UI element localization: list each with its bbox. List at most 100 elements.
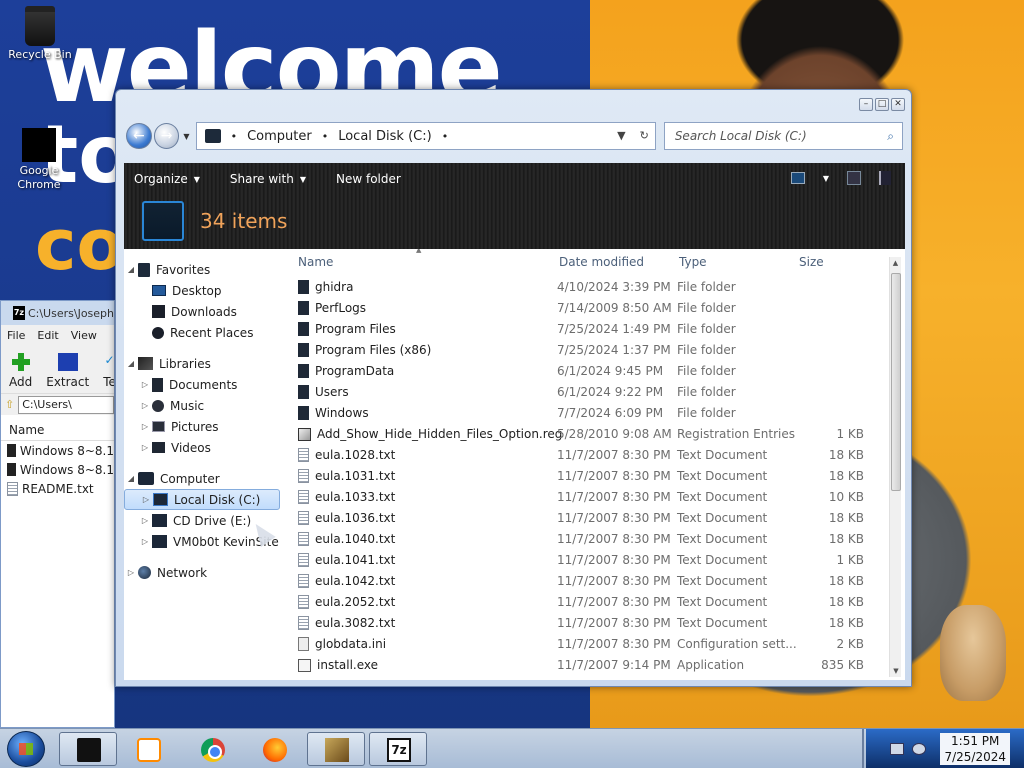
column-header-type[interactable]: Type [679,255,707,269]
new-folder-button[interactable]: New folder [336,172,401,186]
table-row[interactable]: install.exe 11/7/2007 9:14 PM Application 8… [292,655,905,676]
column-header-name[interactable]: Name [298,255,333,269]
search-input[interactable]: Search Local Disk (C:) ⌕ [663,122,904,150]
desktop-icon-recycle-bin[interactable]: Recycle Bin [5,6,75,62]
taskbar-chrome[interactable] [183,732,241,766]
table-row[interactable]: globdata.ini 11/7/2007 8:30 PM Configurati… [292,634,905,655]
nav-documents[interactable]: ▷ Documents [124,374,292,395]
address-bar[interactable]: • Computer • Local Disk (C:) • ▼ ↻ [195,122,656,150]
expand-arrow-icon[interactable]: ◢ [124,265,138,274]
change-view-icon[interactable] [790,172,805,184]
forward-button[interactable]: → [153,123,180,149]
taskbar-sandbox[interactable] [307,732,365,766]
list-item[interactable]: Windows 8~8.1 [1,441,114,460]
collapse-arrow-icon[interactable]: ▷ [138,401,152,410]
expand-arrow-icon[interactable]: ◢ [124,474,138,483]
organize-button[interactable]: Organize ▼ [134,172,200,186]
column-header-date[interactable]: Date modified [559,255,644,269]
address-dropdown-icon[interactable]: ▼ [617,129,625,142]
table-row[interactable]: eula.1028.txt 11/7/2007 8:30 PM Text Docum… [292,445,905,466]
maximize-button[interactable]: □ [875,98,889,111]
table-row[interactable]: ghidra 4/10/2024 3:39 PM File folder [292,277,905,298]
scroll-down-icon[interactable]: ▼ [890,665,902,677]
vertical-scrollbar[interactable]: ▲ ▼ [889,257,901,677]
taskbar-media-player[interactable] [119,732,177,766]
nav-libraries[interactable]: ◢ Libraries [124,353,292,374]
table-row[interactable]: PerfLogs 7/14/2009 8:50 AM File folder [292,298,905,319]
collapse-arrow-icon[interactable]: ▷ [139,495,153,504]
list-item[interactable]: README.txt [1,479,114,498]
seven-zip-window[interactable]: 7z C:\Users\Joseph File Edit View Add Ex… [0,300,115,728]
breadcrumb-separator-icon[interactable]: • [322,130,329,143]
table-row[interactable]: eula.1036.txt 11/7/2007 8:30 PM Text Docum… [292,508,905,529]
add-button[interactable]: Add [9,353,32,389]
folder-up-icon[interactable]: ⇧ [5,398,14,411]
collapse-arrow-icon[interactable]: ▷ [138,537,152,546]
breadcrumb-local-disk[interactable]: Local Disk (C:) [338,129,431,144]
table-row[interactable]: eula.1033.txt 11/7/2007 8:30 PM Text Docum… [292,487,905,508]
view-dropdown-icon[interactable]: ▼ [823,174,829,183]
table-row[interactable]: Program Files 7/25/2024 1:49 PM File folde… [292,319,905,340]
breadcrumb-separator-icon[interactable]: • [231,130,238,143]
breadcrumb-computer[interactable]: Computer [247,129,312,144]
nav-computer[interactable]: ◢ Computer [124,468,292,489]
list-item[interactable]: Windows 8~8.1 [1,460,114,479]
nav-recent-places[interactable]: Recent Places [124,322,292,343]
breadcrumb-separator-icon[interactable]: • [442,130,449,143]
nav-local-disk[interactable]: ▷ Local Disk (C:) [124,489,280,510]
back-button[interactable]: ← [126,123,152,149]
scrollbar-thumb[interactable] [891,273,901,491]
nav-music[interactable]: ▷ Music [124,395,292,416]
share-with-button[interactable]: Share with ▼ [230,172,306,186]
taskbar-7zip[interactable]: 7z [369,732,427,766]
taskbar-firefox[interactable] [245,732,303,766]
collapse-arrow-icon[interactable]: ▷ [138,422,152,431]
menu-edit[interactable]: Edit [37,329,58,342]
seven-zip-address-input[interactable]: C:\Users\ [18,395,114,414]
volume-tray-icon[interactable] [912,743,926,755]
close-button[interactable]: ✕ [891,98,905,111]
explorer-window[interactable]: – □ ✕ ← → ▼ • Computer • Local Disk (C:)… [115,89,912,687]
nav-videos[interactable]: ▷ Videos [124,437,292,458]
table-row[interactable]: Program Files (x86) 7/25/2024 1:37 PM File… [292,340,905,361]
table-row[interactable]: ProgramData 6/1/2024 9:45 PM File folder [292,361,905,382]
table-row[interactable]: Windows 7/7/2024 6:09 PM File folder [292,403,905,424]
table-row[interactable]: eula.2052.txt 11/7/2007 8:30 PM Text Docum… [292,592,905,613]
extract-button[interactable]: Extract [46,347,89,389]
table-row[interactable]: Add_Show_Hide_Hidden_Files_Option.reg 5/2… [292,424,905,445]
nav-downloads[interactable]: Downloads [124,301,292,322]
table-row[interactable]: eula.1042.txt 11/7/2007 8:30 PM Text Docum… [292,571,905,592]
nav-favorites[interactable]: ◢ Favorites [124,259,292,280]
desktop-icon-google-chrome[interactable]: Google Chrome [3,128,75,192]
nav-pictures[interactable]: ▷ Pictures [124,416,292,437]
collapse-arrow-icon[interactable]: ▷ [138,380,152,389]
collapse-arrow-icon[interactable]: ▷ [124,568,138,577]
collapse-arrow-icon[interactable]: ▷ [138,516,152,525]
refresh-icon[interactable]: ↻ [640,129,649,142]
taskbar-explorer[interactable] [59,732,117,766]
nav-network[interactable]: ▷ Network [124,562,292,583]
start-button[interactable] [7,731,45,767]
table-row[interactable]: eula.1040.txt 11/7/2007 8:30 PM Text Docum… [292,529,905,550]
test-button[interactable]: ✓ Te [103,353,114,389]
scroll-up-icon[interactable]: ▲ [890,257,901,269]
table-row[interactable]: Users 6/1/2024 9:22 PM File folder [292,382,905,403]
expand-arrow-icon[interactable]: ◢ [124,359,138,368]
history-dropdown-icon[interactable]: ▼ [183,132,189,141]
help-icon[interactable] [879,171,891,185]
collapse-arrow-icon[interactable]: ▷ [138,443,152,452]
network-tray-icon[interactable] [890,743,904,755]
menu-file[interactable]: File [7,329,25,342]
table-row[interactable]: eula.1041.txt 11/7/2007 8:30 PM Text Docum… [292,550,905,571]
preview-pane-icon[interactable] [847,171,861,185]
table-row[interactable]: eula.1031.txt 11/7/2007 8:30 PM Text Docum… [292,466,905,487]
clock[interactable]: 1:51 PM 7/25/2024 [940,733,1010,765]
seven-zip-titlebar[interactable]: 7z C:\Users\Joseph [1,301,114,325]
minimize-button[interactable]: – [859,98,873,111]
nav-desktop[interactable]: Desktop [124,280,292,301]
seven-zip-column-name[interactable]: Name [1,419,114,441]
table-row[interactable]: eula.3082.txt 11/7/2007 8:30 PM Text Docum… [292,613,905,634]
menu-view[interactable]: View [71,329,97,342]
column-header-size[interactable]: Size [799,255,824,269]
search-icon[interactable]: ⌕ [887,129,894,144]
